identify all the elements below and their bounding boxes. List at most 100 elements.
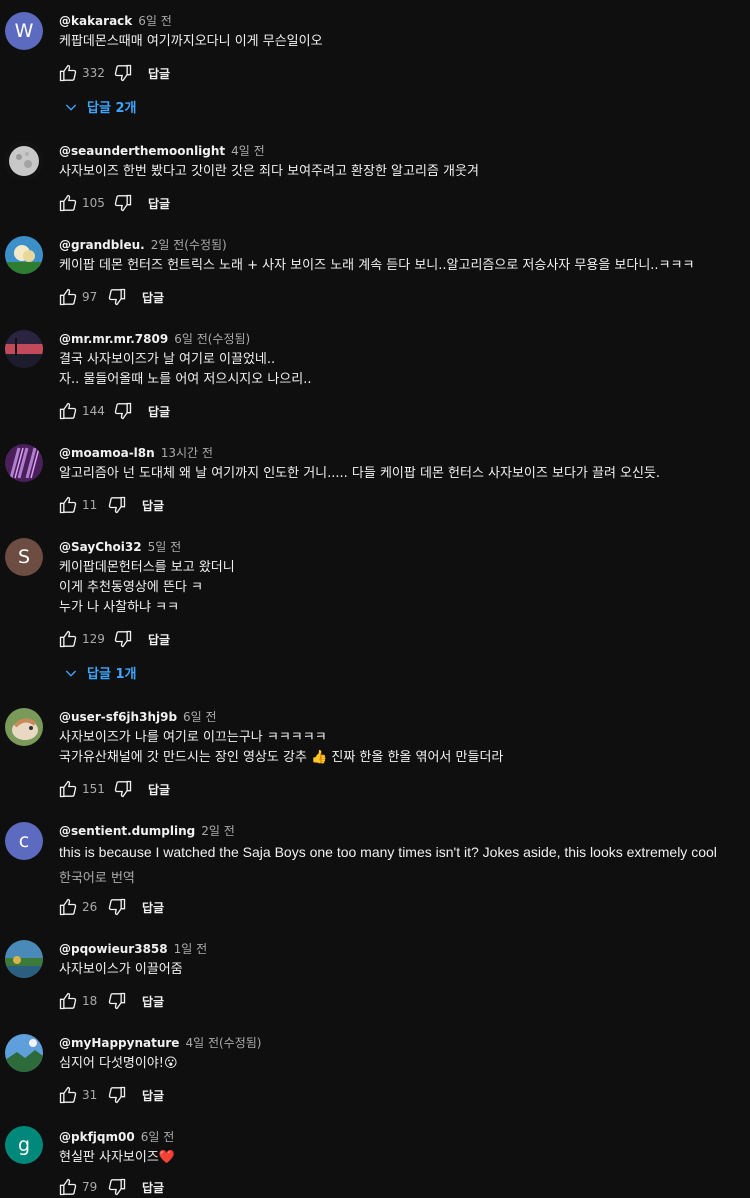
replies-label: 답글 1개 (87, 667, 137, 682)
comment-text: 사자보이즈 한번 봤다고 갓이란 갓은 죄다 보여주려고 환장한 알고리즘 개웃… (59, 164, 479, 179)
like-icon[interactable] (57, 192, 79, 214)
dislike-icon[interactable] (112, 400, 134, 422)
like-icon[interactable] (57, 494, 79, 516)
like-count: 79 (82, 1180, 98, 1194)
avatar[interactable]: g (5, 1126, 43, 1164)
like-icon[interactable] (57, 990, 79, 1012)
comment-text: 사자보이스가 이끌어줌 (59, 962, 183, 977)
reply-button[interactable]: 답글 (142, 289, 164, 306)
comment-text: 케이팝 데몬 헌터즈 헌트릭스 노래 + 사자 보이즈 노래 계속 듣다 보니.… (59, 258, 695, 273)
comment-text: 자.. 물들어올때 노를 어여 저으시지오 나으리.. (59, 372, 312, 387)
avatar[interactable] (5, 330, 43, 368)
dislike-icon[interactable] (112, 192, 134, 214)
avatar[interactable] (5, 236, 43, 274)
like-count: 18 (82, 994, 98, 1008)
comment-author[interactable]: @kakarack (59, 14, 132, 28)
reply-button[interactable]: 답글 (148, 65, 170, 82)
like-icon[interactable] (57, 628, 79, 650)
replies-label: 답글 2개 (87, 101, 137, 116)
comment-author[interactable]: @user-sf6jh3hj9b (59, 710, 177, 724)
comment-text: 누가 나 사찰하냐 ㅋㅋ (59, 600, 180, 615)
translate-link[interactable]: 한국어로 번역 (59, 867, 135, 886)
comment-author[interactable]: @myHappynature (59, 1036, 179, 1050)
comment-text: 국가유산채널에 갓 만드시는 장인 영상도 강추 👍 진짜 한올 한올 엮어서 … (59, 750, 504, 765)
reply-button[interactable]: 답글 (142, 899, 164, 916)
comment-text: 케팝데몬스때매 여기까지오다니 이게 무슨일이오 (59, 34, 323, 49)
comment-author[interactable]: @seaunderthemoonlight (59, 144, 225, 158)
comment-text: 이게 추천동영상에 뜬다 ㅋ (59, 580, 203, 595)
reply-button[interactable]: 답글 (148, 195, 170, 212)
dislike-icon[interactable] (112, 778, 134, 800)
avatar[interactable] (5, 708, 43, 746)
comment-time[interactable]: 2일 전 (201, 824, 235, 838)
like-count: 129 (82, 632, 105, 646)
comment-time[interactable]: 6일 전 (141, 1130, 175, 1144)
like-icon[interactable] (57, 778, 79, 800)
comment-text: 사자보이즈가 나를 여기로 이끄는구나 ㅋㅋㅋㅋㅋ (59, 730, 327, 745)
comment-meta: @pqowieur3858 1일 전 (59, 940, 207, 957)
reply-button[interactable]: 답글 (142, 497, 164, 514)
dislike-icon[interactable] (106, 286, 128, 308)
chevron-down-icon (65, 670, 77, 677)
chevron-down-icon (65, 104, 77, 111)
comment-meta: @SayChoi32 5일 전 (59, 538, 181, 555)
avatar[interactable] (5, 1034, 43, 1072)
dislike-icon[interactable] (112, 628, 134, 650)
comment-time[interactable]: 13시간 전 (161, 446, 213, 460)
comment-meta: @sentient.dumpling 2일 전 (59, 822, 235, 839)
like-icon[interactable] (57, 286, 79, 308)
reply-button[interactable]: 답글 (142, 993, 164, 1010)
comment-time[interactable]: 1일 전 (174, 942, 208, 956)
comment-time[interactable]: 5일 전 (148, 540, 182, 554)
dislike-icon[interactable] (106, 896, 128, 918)
comment-meta: @pkfjqm00 6일 전 (59, 1128, 174, 1145)
avatar[interactable] (5, 940, 43, 978)
reply-button[interactable]: 답글 (148, 781, 170, 798)
dislike-icon[interactable] (106, 990, 128, 1012)
avatar[interactable]: c (5, 822, 43, 860)
view-replies-button[interactable]: 답글 2개 (63, 97, 136, 116)
comment-author[interactable]: @SayChoi32 (59, 540, 142, 554)
avatar[interactable] (5, 142, 43, 180)
like-icon[interactable] (57, 400, 79, 422)
comment-author[interactable]: @grandbleu. (59, 238, 145, 252)
comment-time[interactable]: 4일 전 (231, 144, 265, 158)
avatar[interactable] (5, 444, 43, 482)
comment-text: 현실판 사자보이즈❤️ (59, 1150, 175, 1165)
dislike-icon[interactable] (106, 1084, 128, 1106)
like-count: 97 (82, 290, 98, 304)
comment-author[interactable]: @sentient.dumpling (59, 824, 195, 838)
comment-text: 결국 사자보이즈가 날 여기로 이끌었네.. (59, 352, 276, 367)
comment-time[interactable]: 4일 전(수정됨) (185, 1036, 261, 1050)
comment-time[interactable]: 6일 전 (138, 14, 172, 28)
like-icon[interactable] (57, 896, 79, 918)
comment-author[interactable]: @moamoa-l8n (59, 446, 155, 460)
comment-author[interactable]: @mr.mr.mr.7809 (59, 332, 168, 346)
like-count: 151 (82, 782, 105, 796)
dislike-icon[interactable] (106, 1176, 128, 1198)
like-icon[interactable] (57, 62, 79, 84)
comment-text: this is because I watched the Saja Boys … (59, 844, 717, 860)
comment-author[interactable]: @pqowieur3858 (59, 942, 168, 956)
reply-button[interactable]: 답글 (148, 403, 170, 420)
comment-text: 케이팝데몬헌터스를 보고 왔더니 (59, 560, 235, 575)
like-count: 26 (82, 900, 98, 914)
comment-meta: @grandbleu. 2일 전(수정됨) (59, 236, 227, 253)
comment-time[interactable]: 2일 전(수정됨) (151, 238, 227, 252)
comment-meta: @user-sf6jh3hj9b 6일 전 (59, 708, 217, 725)
comment-text: 심지어 다섯명이야!😮 (59, 1056, 178, 1071)
view-replies-button[interactable]: 답글 1개 (63, 663, 136, 682)
avatar[interactable]: S (5, 538, 43, 576)
reply-button[interactable]: 답글 (142, 1087, 164, 1104)
comment-author[interactable]: @pkfjqm00 (59, 1130, 135, 1144)
comment-time[interactable]: 6일 전(수정됨) (174, 332, 250, 346)
comment-meta: @moamoa-l8n 13시간 전 (59, 444, 213, 461)
comment-time[interactable]: 6일 전 (183, 710, 217, 724)
like-icon[interactable] (57, 1176, 79, 1198)
dislike-icon[interactable] (106, 494, 128, 516)
like-icon[interactable] (57, 1084, 79, 1106)
dislike-icon[interactable] (112, 62, 134, 84)
avatar[interactable]: W (5, 12, 43, 50)
reply-button[interactable]: 답글 (148, 631, 170, 648)
like-count: 105 (82, 196, 105, 210)
